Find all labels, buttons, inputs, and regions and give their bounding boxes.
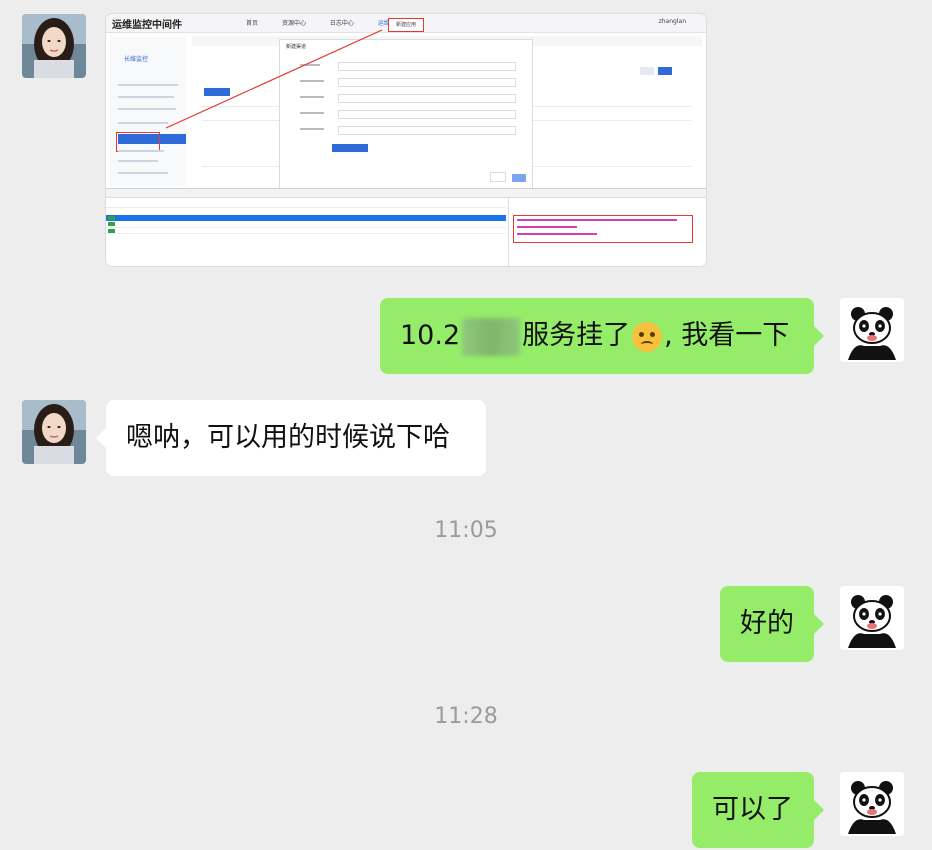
screenshot-error-line <box>517 219 677 221</box>
screenshot-status-badge <box>108 229 115 233</box>
panda-icon <box>840 772 904 836</box>
message-text: , 我看一下 <box>664 320 790 351</box>
panda-icon <box>840 298 904 362</box>
screenshot-devtools-preview <box>508 197 706 266</box>
timestamp: 11:28 <box>434 704 498 729</box>
self-avatar[interactable] <box>840 772 904 836</box>
screenshot-image[interactable]: 运维监控中间件 首页 资源中心 日志中心 运维管理 zhanglan 新建应用 … <box>106 14 706 266</box>
message-text: 好的 <box>740 608 794 639</box>
contact-avatar[interactable] <box>22 400 86 464</box>
redacted-block <box>462 317 521 356</box>
outgoing-message[interactable]: 好的 <box>720 586 824 662</box>
incoming-message[interactable]: 嗯呐，可以用的时候说下哈 <box>96 400 486 476</box>
self-avatar[interactable] <box>840 586 904 650</box>
contact-avatar[interactable] <box>22 14 86 78</box>
screenshot-error-line <box>517 233 597 235</box>
outgoing-message[interactable]: 可以了 <box>692 772 824 848</box>
timestamp: 11:05 <box>434 518 498 543</box>
screenshot-devtools-line <box>106 227 506 228</box>
screenshot-error-line <box>517 226 577 228</box>
outgoing-message[interactable]: 10.2 服务挂了 , 我看一下 <box>380 298 824 374</box>
message-text: 服务挂了 <box>522 320 631 351</box>
screenshot-status-badge <box>108 216 115 220</box>
message-text: 10.2 <box>400 320 461 351</box>
message-text: 嗯呐，可以用的时候说下哈 <box>126 422 450 453</box>
screenshot-devtools-line <box>106 233 506 234</box>
message-text: 可以了 <box>712 794 793 825</box>
screenshot-devtools-line <box>106 207 506 208</box>
panda-icon <box>840 586 904 650</box>
screenshot-devtools <box>106 188 706 266</box>
weary-face-emoji-icon <box>632 321 663 352</box>
screenshot-status-badge <box>108 222 115 226</box>
self-avatar[interactable] <box>840 298 904 362</box>
screenshot-devtools-selected-row <box>106 215 506 221</box>
